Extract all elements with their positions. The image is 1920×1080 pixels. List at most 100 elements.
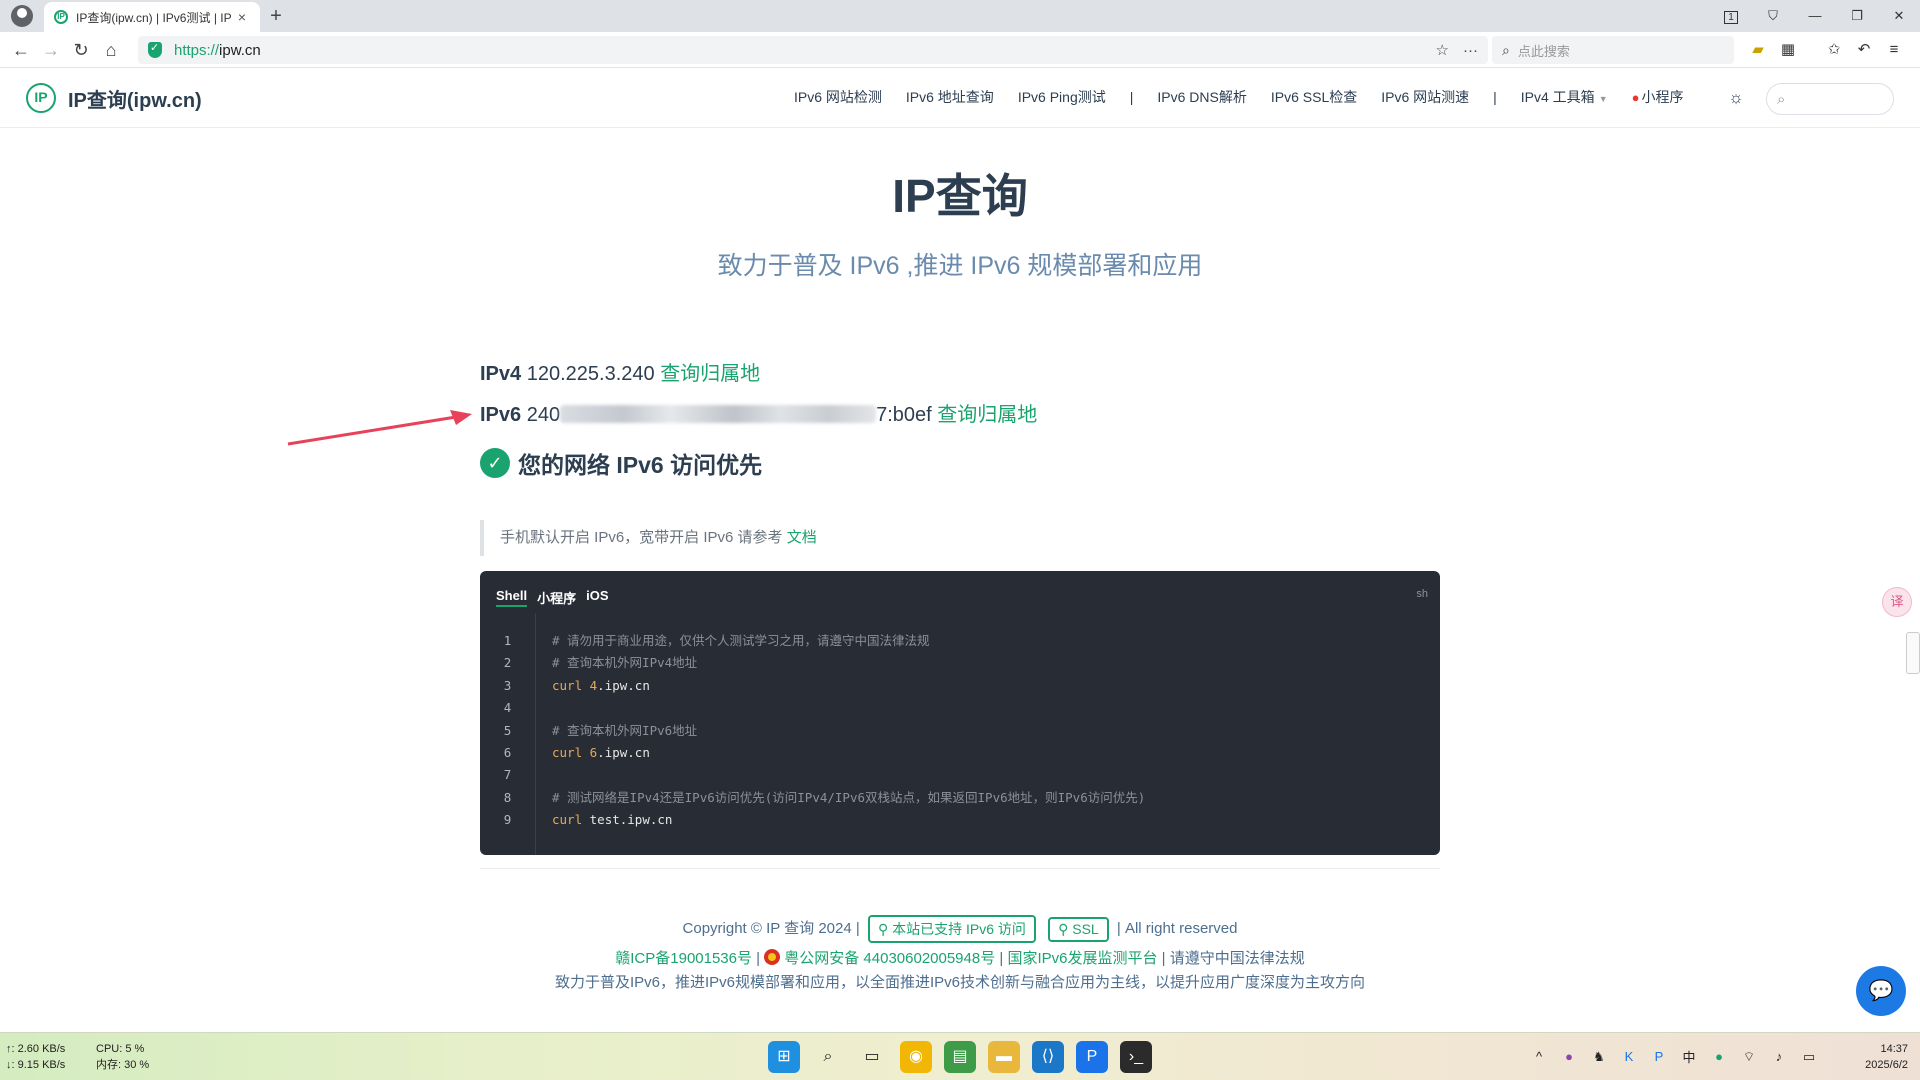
ssl-badge[interactable]: ⚲ SSL	[1048, 916, 1109, 942]
tip-blockquote: 手机默认开启 IPv6，宽带开启 IPv6 请参考 文档	[480, 520, 817, 556]
code-body[interactable]: 1 2 3 4 5 6 7 8 9 # 请勿用于商业用途，仅供个人测试学习之用，…	[480, 613, 1440, 855]
profile-button[interactable]	[0, 0, 44, 32]
more-icon[interactable]: ···	[1463, 42, 1478, 59]
red-arrow-annotation	[287, 410, 472, 446]
back-icon[interactable]: ←	[6, 35, 36, 65]
tray-wechat-icon[interactable]: ●	[1710, 1049, 1728, 1064]
tab-title: IP查询(ipw.cn) | IPv6测试 | IP	[76, 10, 232, 25]
tab-shell[interactable]: Shell	[496, 588, 528, 607]
search-icon[interactable]: ⌕	[812, 1041, 844, 1073]
tray-k-icon[interactable]: K	[1620, 1049, 1638, 1064]
nav-ipv6-dns[interactable]: IPv6 DNS解析	[1157, 87, 1246, 107]
file-explorer-icon[interactable]: ▬	[988, 1041, 1020, 1073]
ipv6-monitor-link[interactable]: 国家IPv6发展监测平台	[1007, 950, 1157, 967]
ipv6-status: ✓ 您的网络 IPv6 访问优先	[480, 446, 762, 480]
system-tray: ^ ● ♞ K P 中 ● ⌔ ♪ ▭	[1530, 1047, 1818, 1066]
nav-separator: |	[1129, 89, 1134, 105]
side-panel-handle[interactable]	[1906, 632, 1920, 674]
tray-chevron-up-icon[interactable]: ^	[1530, 1049, 1548, 1064]
tab-ios[interactable]: iOS	[586, 588, 608, 607]
os-taskbar: ↑: 2.60 KB/s ↓: 9.15 KB/s CPU: 5 % 内存: 3…	[0, 1032, 1920, 1080]
site-search-input[interactable]: ⌕	[1766, 83, 1894, 115]
minimize-icon[interactable]: —	[1794, 0, 1836, 32]
terminal-icon[interactable]: ›_	[1120, 1041, 1152, 1073]
ipv6-row: IPv6 240 7:b0ef 查询归属地	[480, 398, 1037, 427]
tab-mini-program[interactable]: 小程序	[537, 588, 576, 607]
chat-support-icon[interactable]: 💬	[1856, 966, 1906, 1016]
search-placeholder: 点此搜索	[1517, 43, 1570, 59]
search-icon: ⌕	[1777, 90, 1786, 108]
new-tab-button[interactable]: +	[260, 2, 292, 32]
windows-start-icon[interactable]: ⊞	[768, 1041, 800, 1073]
restore-icon[interactable]: ❐	[1836, 0, 1878, 32]
line-number: 9	[503, 812, 512, 828]
nav-ipv6-ping[interactable]: IPv6 Ping测试	[1018, 87, 1106, 107]
main-nav: IPv6 网站检测 IPv6 地址查询 IPv6 Ping测试 | IPv6 D…	[782, 87, 1695, 107]
extension-icon[interactable]: ▰	[1748, 40, 1768, 60]
nav-separator: |	[1493, 89, 1497, 105]
ipv4-label: IPv4	[480, 363, 522, 385]
nav-ipv4-toolbox[interactable]: IPv4 工具箱 ▼	[1521, 87, 1608, 107]
police-record-link[interactable]: 粤公网安备 44030602005948号	[784, 950, 995, 967]
ime-indicator[interactable]: 中	[1680, 1047, 1698, 1066]
chart-app-icon[interactable]: ▤	[944, 1041, 976, 1073]
vscode-icon[interactable]: ⟨⟩	[1032, 1041, 1064, 1073]
line-number: 4	[503, 700, 512, 716]
volume-icon[interactable]: ♪	[1770, 1049, 1788, 1064]
nav-ipv6-speed[interactable]: IPv6 网站测速	[1381, 87, 1469, 107]
apps-grid-icon[interactable]: ▦	[1778, 40, 1798, 60]
bookmark-star-icon[interactable]: ☆	[1436, 41, 1449, 59]
nav-ipv6-site-check[interactable]: IPv6 网站检测	[794, 87, 882, 107]
browser-app-icon[interactable]: ◉	[900, 1041, 932, 1073]
theme-toggle-sun-icon[interactable]: ☼	[1724, 86, 1748, 110]
docs-link[interactable]: 文档	[787, 529, 817, 546]
tab-close-icon[interactable]: ×	[234, 9, 250, 25]
nav-ipv6-address-lookup[interactable]: IPv6 地址查询	[906, 87, 994, 107]
chevron-down-icon: ▼	[1598, 94, 1608, 104]
footer-separator: |	[999, 950, 1004, 967]
code-block: Shell 小程序 iOS 1 2 3 4 5 6 7 8 9 # 请勿用于商业…	[480, 571, 1440, 855]
ipv6-location-link[interactable]: 查询归属地	[937, 404, 1037, 426]
ipv4-location-link[interactable]: 查询归属地	[660, 363, 760, 385]
nav-mini-program[interactable]: ● 小程序	[1632, 87, 1684, 107]
tab-count-icon[interactable]: 1	[1710, 0, 1752, 32]
battery-icon[interactable]: ▭	[1800, 1049, 1818, 1065]
mission-text: 致力于普及IPv6，推进IPv6规模部署和应用，以全面推进IPv6技术创新与融合…	[554, 974, 1366, 991]
undo-icon[interactable]: ↶	[1854, 40, 1874, 60]
tray-qq-icon[interactable]: ♞	[1590, 1049, 1608, 1065]
menu-icon[interactable]: ≡	[1884, 40, 1904, 60]
wifi-icon[interactable]: ⌔	[1740, 1049, 1758, 1065]
task-view-icon[interactable]: ▭	[856, 1041, 888, 1073]
ipv6-support-badge[interactable]: ⚲ 本站已支持 IPv6 访问	[867, 915, 1036, 943]
browser-tab-active[interactable]: IP IP查询(ipw.cn) | IPv6测试 | IP ×	[44, 2, 260, 32]
p-app-icon[interactable]: P	[1076, 1041, 1108, 1073]
close-window-icon[interactable]: ✕	[1878, 0, 1920, 32]
shirt-icon[interactable]: ⛉	[1752, 0, 1794, 32]
translate-icon[interactable]: 译	[1882, 587, 1912, 617]
home-icon[interactable]: ⌂	[96, 35, 126, 65]
url-bar[interactable]: https://ipw.cn ☆ ···	[138, 36, 1488, 64]
taskbar-apps: ⊞ ⌕ ▭ ◉ ▤ ▬ ⟨⟩ P ›_	[768, 1041, 1152, 1073]
url-text[interactable]: https://ipw.cn	[174, 42, 261, 59]
forward-icon[interactable]: →	[36, 35, 66, 65]
system-clock[interactable]: 14:37 2025/6/2	[1838, 1041, 1908, 1073]
browser-search-input[interactable]: ⌕ 点此搜索	[1492, 36, 1734, 64]
reload-icon[interactable]: ↻	[66, 35, 96, 65]
page-subtitle: 致力于普及 IPv6 ,推进 IPv6 规模部署和应用	[717, 252, 1203, 280]
icp-link[interactable]: 赣ICP备19001536号	[615, 950, 752, 967]
site-favicon-icon: IP	[54, 10, 68, 24]
code-tabs: Shell 小程序 iOS	[496, 588, 609, 607]
favorites-icon[interactable]: ✩	[1824, 40, 1844, 60]
tray-app-icon[interactable]: ●	[1560, 1049, 1578, 1064]
ipv6-value-suffix: 7:b0ef	[876, 404, 932, 426]
ipv6-status-text: 您的网络 IPv6 访问优先	[518, 452, 763, 478]
site-logo[interactable]: IP IP查询(ipw.cn)	[26, 83, 202, 113]
security-shield-icon[interactable]	[148, 41, 162, 58]
copyright-text: Copyright © IP 查询 2024 |	[682, 919, 860, 937]
nav-ipv6-ssl[interactable]: IPv6 SSL检查	[1271, 87, 1357, 107]
site-header: IP IP查询(ipw.cn) IPv6 网站检测 IPv6 地址查询 IPv6…	[0, 69, 1920, 128]
ipv6-value-prefix: 240	[526, 404, 561, 426]
search-icon: ⌕	[1502, 41, 1510, 58]
tray-p-icon[interactable]: P	[1650, 1049, 1668, 1064]
